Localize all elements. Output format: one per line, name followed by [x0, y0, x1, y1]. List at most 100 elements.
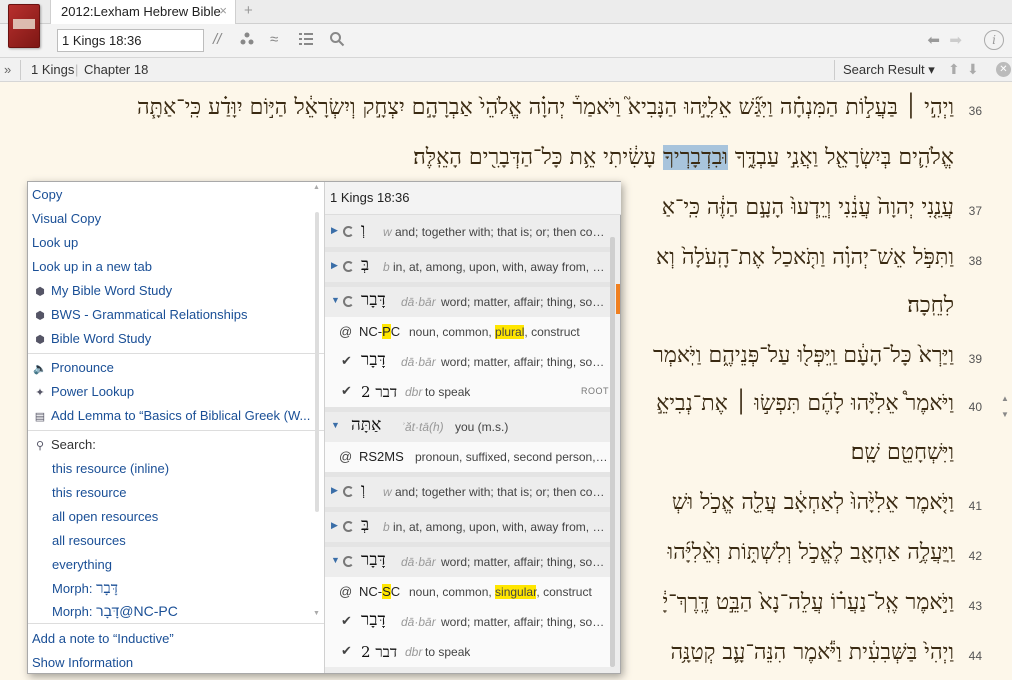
menu-visual-copy[interactable]: Visual Copy	[32, 211, 101, 226]
content-scrollbar[interactable]: ▲ ▼	[998, 82, 1012, 680]
refresh-icon	[343, 556, 354, 567]
menu-search-this-resource[interactable]: this resource	[52, 485, 126, 500]
menu-show-information[interactable]: Show Information	[32, 655, 133, 670]
scroll-up-icon[interactable]: ▲	[1001, 394, 1009, 403]
word-row[interactable]: ▶ בְּ b in, at, among, upon, with, away …	[325, 512, 615, 542]
hebrew-root: דבר 2	[361, 643, 398, 661]
hebrew-word: וְ	[361, 480, 366, 500]
expand-triangle-icon[interactable]: ▶	[331, 225, 338, 236]
morph-value: דָּבָר@NC-PC	[96, 603, 178, 619]
menu-search-open-resources[interactable]: all open resources	[52, 509, 158, 524]
morph-row[interactable]: @ NC-PC noun, common, plural, construct	[325, 317, 615, 347]
expand-triangle-icon[interactable]: ▶	[331, 485, 338, 496]
search-icon[interactable]	[329, 31, 345, 52]
menu-label: Pronounce	[51, 360, 114, 375]
word-row[interactable]: ▶ בְּ b in, at, among, upon, with, away …	[325, 252, 615, 282]
collapse-triangle-icon[interactable]: ▼	[331, 420, 340, 430]
menu-look-up-new-tab[interactable]: Look up in a new tab	[32, 259, 152, 274]
root-row[interactable]: ✔ דבר 2 dbr to speak ROOT	[325, 377, 615, 407]
morph-description: noun, common, plural, construct	[409, 325, 580, 339]
scroll-down-icon[interactable]: ▼	[1001, 410, 1009, 419]
word-row[interactable]: ▶ וְ w and; together with; that is; or; …	[325, 217, 615, 247]
menu-add-lemma[interactable]: ▤ Add Lemma to “Basics of Biblical Greek …	[32, 408, 311, 423]
word-row[interactable]: ▼ דָּבָר dā·bār word; matter, affair; th…	[325, 287, 615, 317]
lemma-row[interactable]: ✔ דָּבָר dā·bār word; matter, affair; th…	[325, 347, 615, 377]
next-result-icon[interactable]: ⬇	[967, 61, 979, 78]
previous-result-icon[interactable]: ⬆	[948, 61, 960, 78]
refresh-icon	[343, 486, 354, 497]
verse-number: 40	[968, 400, 982, 414]
word-row[interactable]: ▼ אַתָּה ʾăt·tā(h) you (m.s.)	[325, 412, 615, 442]
tab-lexham-hebrew-bible[interactable]: 2012:Lexham Hebrew Bible ×	[50, 0, 236, 24]
morph-row[interactable]: @ NC-SC noun, common, singular, construc…	[325, 577, 615, 607]
verse-number: 38	[968, 254, 982, 268]
resource-cover-icon[interactable]	[8, 4, 40, 48]
at-icon: @	[339, 324, 353, 339]
breadcrumb-book[interactable]: 1 Kings	[31, 62, 74, 77]
morph-code: RS2MS	[359, 449, 404, 464]
verse-number: 44	[968, 649, 982, 663]
menu-search-header: ⚲ Search:	[32, 437, 96, 452]
menu-label: BWS - Grammatical Relationships	[51, 307, 248, 322]
gloss: word; matter, affair; thing, some...	[441, 355, 609, 369]
menu-look-up[interactable]: Look up	[32, 235, 78, 250]
menu-pronounce[interactable]: 🔈 Pronounce	[32, 360, 114, 375]
transliteration: ʾăt·tā(h)	[401, 420, 444, 434]
back-arrow-icon[interactable]: ⬅	[927, 31, 940, 49]
word-row[interactable]: ▶ וְ w and; together with; that is; or; …	[325, 477, 615, 507]
hebrew-word: דָּבָר	[361, 290, 386, 310]
hebrew-word: בְּ	[361, 515, 370, 535]
breadcrumb-chapter[interactable]: Chapter 18	[84, 62, 148, 77]
parallel-resources-icon[interactable]: //	[213, 31, 221, 49]
root-row[interactable]: ✔ דבר 2 dbr to speak	[325, 637, 615, 667]
menu-add-note[interactable]: Add a note to “Inductive”	[32, 631, 174, 646]
transliteration: dbr	[405, 645, 423, 659]
menu-search-all-resources[interactable]: all resources	[52, 533, 126, 548]
new-tab-icon[interactable]: +	[244, 2, 253, 19]
transliteration: dbr	[405, 385, 423, 399]
menu-bible-word-study[interactable]: ⬢ Bible Word Study	[32, 331, 151, 346]
expand-triangle-icon[interactable]: ▶	[331, 520, 338, 531]
reference-input[interactable]	[57, 29, 204, 52]
close-icon[interactable]: ×	[219, 3, 227, 18]
menu-label: Power Lookup	[51, 384, 135, 399]
expand-triangle-icon[interactable]: ▶	[331, 260, 338, 271]
collapse-triangle-icon[interactable]: ▼	[331, 295, 340, 305]
menu-scrollbar[interactable]: ▲ ▼	[313, 184, 321, 617]
text-display-icon[interactable]	[298, 31, 314, 52]
lemma-row[interactable]: ✔ דָּבָר dā·bār word; matter, affair; th…	[325, 607, 615, 637]
morph-desc-part: noun, common,	[409, 585, 496, 599]
menu-search-morph-code[interactable]: Morph: דָּבָר@NC-PC	[52, 603, 178, 619]
morph-row[interactable]: @ RS2MS pronoun, suffixed, second person…	[325, 442, 615, 472]
menu-my-bible-word-study[interactable]: ⬢ My Bible Word Study	[32, 283, 172, 298]
menu-bws-grammatical[interactable]: ⬢ BWS - Grammatical Relationships	[32, 307, 248, 322]
at-icon: @	[339, 449, 353, 464]
close-search-icon[interactable]: ✕	[996, 62, 1011, 77]
word-row[interactable]: ▼ דָּבָר dā·bār word; matter, affair; th…	[325, 547, 615, 577]
tab-bar: 2012:Lexham Hebrew Bible × +	[0, 0, 1012, 24]
selected-word[interactable]: וּבִדְבָרְיךָ	[663, 145, 728, 170]
forward-arrow-icon[interactable]: ➡	[949, 31, 962, 49]
menu-search-everything[interactable]: everything	[52, 557, 112, 572]
transliteration: b	[383, 520, 390, 534]
morph-desc-part: noun, common,	[409, 325, 496, 339]
context-menu: Copy Visual Copy Look up Look up in a ne…	[27, 181, 621, 674]
menu-copy[interactable]: Copy	[32, 187, 62, 202]
verse-text-line[interactable]: אֱלֹהִ֛ים בְּיִשְׂרָאֵ֖ל וַאֲנִ֣י עַבְדֶ…	[0, 144, 954, 170]
gloss: word; matter, affair; thing, some...	[441, 615, 609, 629]
collapse-triangle-icon[interactable]: ▼	[331, 555, 340, 565]
info-icon[interactable]: i	[984, 30, 1004, 50]
visual-filter-icon[interactable]: ≈	[270, 31, 278, 49]
verse-number: 42	[968, 549, 982, 563]
menu-search-morph-lemma[interactable]: Morph: דָּבָר	[52, 579, 118, 598]
guide-icon: ⬢	[35, 310, 45, 322]
inline-interlinear-icon[interactable]	[239, 31, 255, 52]
search-result-dropdown[interactable]: Search Result ▾	[843, 62, 935, 78]
expand-sidebar-icon[interactable]: »	[4, 62, 11, 77]
morph-code-part: NC-	[359, 584, 383, 599]
menu-power-lookup[interactable]: ✦ Power Lookup	[32, 384, 134, 399]
breadcrumb: » 1 Kings | Chapter 18 Search Result ▾ ⬆…	[0, 58, 1012, 82]
verse-text[interactable]: וַיְהִ֣י ׀ בַּעֲל֣וֹת הַמִּנְחָ֗ה וַיִּג…	[0, 94, 954, 120]
transliteration: w	[383, 225, 392, 239]
menu-search-inline[interactable]: this resource (inline)	[52, 461, 169, 476]
